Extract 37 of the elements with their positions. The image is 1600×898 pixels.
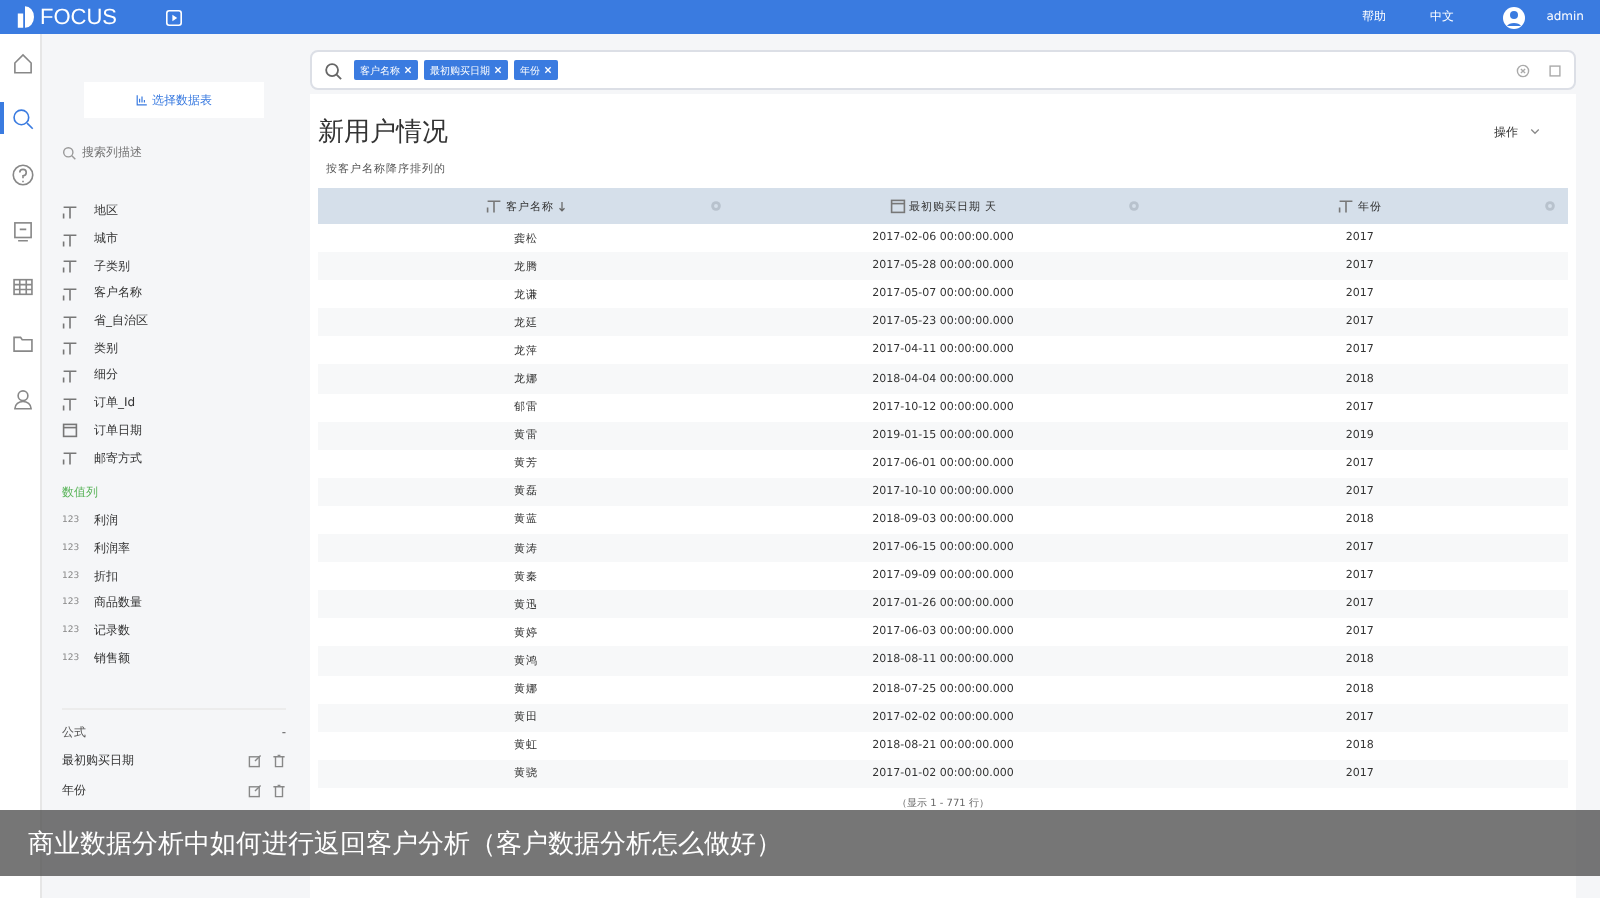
- search-icon: [324, 61, 342, 79]
- close-icon[interactable]: [404, 66, 412, 74]
- text-type-icon: [1337, 198, 1354, 214]
- text-type-icon: [62, 285, 78, 302]
- text-type-icon: [62, 395, 78, 412]
- text-type-icon: [62, 203, 78, 220]
- chevron-down-icon: [1530, 128, 1540, 136]
- search-icon: [62, 145, 76, 159]
- sort-arrow-icon: [558, 201, 567, 211]
- expand-icon[interactable]: [1548, 63, 1562, 77]
- text-type-icon: [62, 313, 78, 330]
- caption-banner: 商业数据分析中如何进行返回客户分析（客户数据分析怎么做好）: [0, 810, 1600, 876]
- calendar-icon: [889, 198, 906, 214]
- home-icon: [9, 49, 35, 75]
- delete-icon[interactable]: [272, 784, 286, 798]
- text-type-icon: [62, 450, 78, 467]
- search-icon: [9, 105, 35, 131]
- text-type-icon: [486, 198, 503, 214]
- text-type-icon: [62, 258, 78, 275]
- text-type-icon: [62, 367, 78, 384]
- clear-icon[interactable]: [1516, 63, 1530, 77]
- play-icon[interactable]: [165, 9, 181, 25]
- edit-icon[interactable]: [248, 784, 262, 798]
- help-icon: [9, 161, 35, 187]
- logo-icon: [16, 6, 34, 28]
- logo-text: FOCUS: [40, 5, 117, 29]
- report-icon: [9, 217, 35, 243]
- user-icon: [9, 385, 35, 411]
- close-icon[interactable]: [494, 66, 502, 74]
- answer-title: 新用户情况: [318, 116, 450, 150]
- text-type-icon: [62, 340, 78, 357]
- text-type-icon: [62, 231, 78, 248]
- edit-icon[interactable]: [248, 754, 262, 768]
- delete-icon[interactable]: [272, 754, 286, 768]
- close-icon[interactable]: [544, 66, 552, 74]
- calendar-icon: [62, 422, 78, 439]
- avatar-icon[interactable]: [1502, 5, 1527, 29]
